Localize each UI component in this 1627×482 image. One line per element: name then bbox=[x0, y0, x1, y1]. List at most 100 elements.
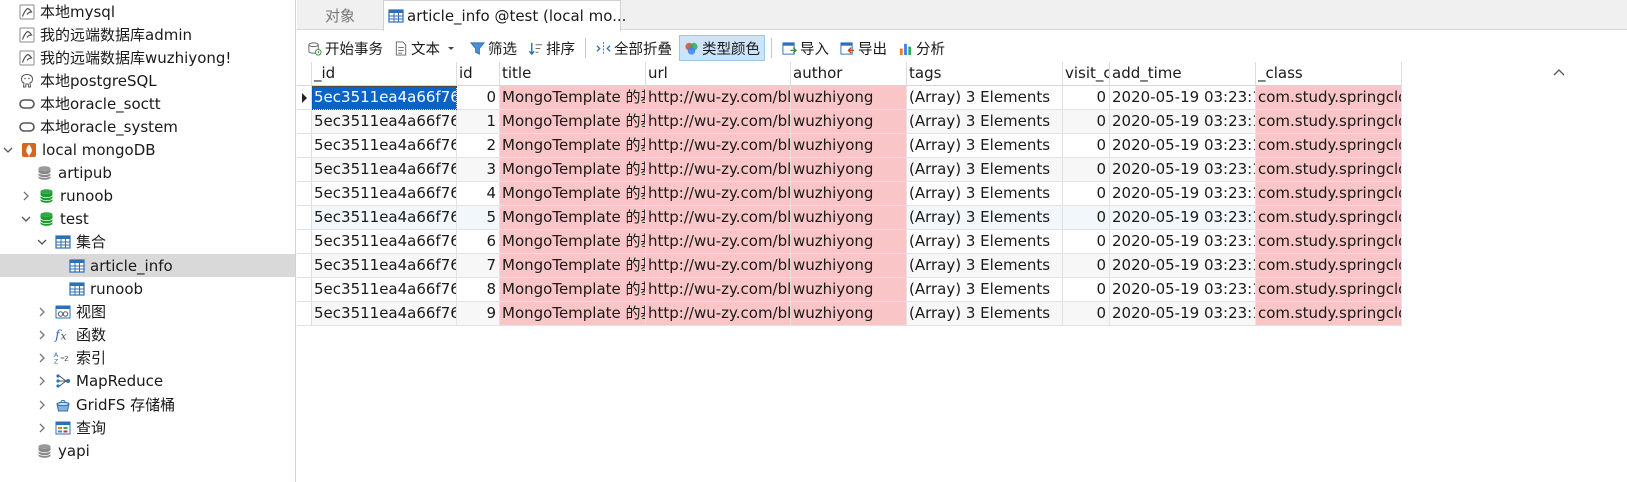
grid-cell[interactable]: 5ec3511ea4a66f76d bbox=[312, 302, 457, 326]
grid-cell[interactable]: (Array) 3 Elements bbox=[907, 206, 1063, 230]
type-color-toggle[interactable]: 类型颜色 bbox=[679, 35, 765, 61]
grid-cell[interactable]: 6 bbox=[457, 230, 500, 254]
tree-item[interactable]: A Z Z 索引 bbox=[0, 346, 295, 369]
table-row[interactable]: 5ec3511ea4a66f76d 2 MongoTemplate 的基 http:/… bbox=[297, 134, 1402, 158]
grid-cell[interactable]: 2020-05-19 03:23:10 bbox=[1110, 302, 1256, 326]
grid-cell[interactable]: 8 bbox=[457, 278, 500, 302]
chevron-right-icon[interactable] bbox=[34, 420, 50, 436]
grid-cell[interactable]: http://wu-zy.com/blo bbox=[646, 134, 791, 158]
row-selector[interactable] bbox=[297, 86, 312, 110]
tree-item[interactable]: article_info bbox=[0, 254, 295, 277]
grid-cell[interactable]: 2020-05-19 03:23:10 bbox=[1110, 134, 1256, 158]
grid-cell[interactable]: http://wu-zy.com/blo bbox=[646, 278, 791, 302]
column-header[interactable]: _class bbox=[1256, 62, 1402, 86]
grid-cell[interactable]: wuzhiyong bbox=[791, 278, 907, 302]
grid-cell[interactable]: com.study.springclo bbox=[1256, 86, 1402, 110]
grid-cell[interactable]: com.study.springclo bbox=[1256, 254, 1402, 278]
grid-cell[interactable]: 2 bbox=[457, 134, 500, 158]
chevron-right-icon[interactable] bbox=[34, 304, 50, 320]
grid-cell[interactable]: 0 bbox=[1063, 182, 1110, 206]
grid-cell[interactable]: 2020-05-19 03:23:10 bbox=[1110, 278, 1256, 302]
tree-item[interactable]: 查询 bbox=[0, 416, 295, 439]
grid-cell[interactable]: 0 bbox=[1063, 158, 1110, 182]
tab-objects[interactable]: 对象 bbox=[297, 0, 383, 30]
grid-cell[interactable]: com.study.springclo bbox=[1256, 182, 1402, 206]
grid-cell[interactable]: 0 bbox=[1063, 86, 1110, 110]
chevron-right-icon[interactable] bbox=[18, 188, 34, 204]
grid-cell[interactable]: com.study.springclo bbox=[1256, 158, 1402, 182]
table-row[interactable]: 5ec3511ea4a66f76d 6 MongoTemplate 的基 http:/… bbox=[297, 230, 1402, 254]
grid-cell[interactable]: MongoTemplate 的基 bbox=[500, 230, 646, 254]
grid-cell[interactable]: MongoTemplate 的基 bbox=[500, 110, 646, 134]
grid-cell[interactable]: MongoTemplate 的基 bbox=[500, 278, 646, 302]
table-row[interactable]: 5ec3511ea4a66f76d 5 MongoTemplate 的基 http:/… bbox=[297, 206, 1402, 230]
grid-cell[interactable]: MongoTemplate 的基 bbox=[500, 206, 646, 230]
grid-cell[interactable]: com.study.springclo bbox=[1256, 206, 1402, 230]
grid-cell[interactable]: 3 bbox=[457, 158, 500, 182]
chevron-right-icon[interactable] bbox=[34, 327, 50, 343]
grid-cell[interactable]: 9 bbox=[457, 302, 500, 326]
tree-item[interactable]: MapReduce bbox=[0, 369, 295, 392]
grid-cell[interactable]: 2020-05-19 03:23:10 bbox=[1110, 86, 1256, 110]
grid-cell[interactable]: (Array) 3 Elements bbox=[907, 254, 1063, 278]
tree-item[interactable]: GridFS 存储桶 bbox=[0, 393, 295, 416]
grid-cell[interactable]: wuzhiyong bbox=[791, 110, 907, 134]
tree-item[interactable]: 视图 bbox=[0, 300, 295, 323]
grid-cell[interactable]: 2020-05-19 03:23:10 bbox=[1110, 182, 1256, 206]
grid-cell[interactable]: wuzhiyong bbox=[791, 302, 907, 326]
row-selector[interactable] bbox=[297, 134, 312, 158]
grid-cell[interactable]: com.study.springclo bbox=[1256, 230, 1402, 254]
column-header[interactable]: _id bbox=[312, 62, 457, 86]
grid-cell[interactable]: 2020-05-19 03:23:10 bbox=[1110, 158, 1256, 182]
grid-cell[interactable]: 5ec3511ea4a66f76d bbox=[312, 182, 457, 206]
column-header[interactable]: tags bbox=[907, 62, 1063, 86]
table-row[interactable]: 5ec3511ea4a66f76d 3 MongoTemplate 的基 http:/… bbox=[297, 158, 1402, 182]
tree-item[interactable]: 集合 bbox=[0, 230, 295, 253]
connection-tree[interactable]: 本地mysql 我的远端数据库admin 我的远端数据库wuzhiyong! 本地po… bbox=[0, 0, 296, 482]
row-selector[interactable] bbox=[297, 302, 312, 326]
tree-item[interactable]: runoob bbox=[0, 184, 295, 207]
grid-cell[interactable]: 0 bbox=[1063, 206, 1110, 230]
grid-cell[interactable]: http://wu-zy.com/blo bbox=[646, 206, 791, 230]
table-row[interactable]: 5ec3511ea4a66f76d 4 MongoTemplate 的基 http:/… bbox=[297, 182, 1402, 206]
grid-cell[interactable]: http://wu-zy.com/blo bbox=[646, 254, 791, 278]
tab-article-info[interactable]: article_info @test (local mo... bbox=[383, 0, 626, 31]
grid-cell[interactable]: 5ec3511ea4a66f76d bbox=[312, 278, 457, 302]
grid-cell[interactable]: MongoTemplate 的基 bbox=[500, 86, 646, 110]
row-selector[interactable] bbox=[297, 110, 312, 134]
grid-cell[interactable]: 5ec3511ea4a66f76d bbox=[312, 254, 457, 278]
grid-cell[interactable]: MongoTemplate 的基 bbox=[500, 134, 646, 158]
tree-item[interactable]: test bbox=[0, 207, 295, 230]
grid-cell[interactable]: 2020-05-19 03:23:10 bbox=[1110, 206, 1256, 230]
row-selector[interactable] bbox=[297, 230, 312, 254]
grid-cell[interactable]: 2020-05-19 03:23:10 bbox=[1110, 230, 1256, 254]
chevron-down-icon[interactable] bbox=[0, 142, 16, 158]
grid-cell[interactable]: wuzhiyong bbox=[791, 86, 907, 110]
data-grid[interactable]: _id id title url author tags visit_c add_time _c… bbox=[297, 62, 1550, 482]
column-header[interactable]: id bbox=[457, 62, 500, 86]
chevron-right-icon[interactable] bbox=[34, 397, 50, 413]
text-view-button[interactable]: 文本 bbox=[390, 35, 463, 61]
grid-cell[interactable]: 1 bbox=[457, 110, 500, 134]
grid-cell[interactable]: (Array) 3 Elements bbox=[907, 158, 1063, 182]
grid-cell[interactable]: 7 bbox=[457, 254, 500, 278]
tree-item[interactable]: 本地mysql bbox=[0, 0, 295, 23]
column-header[interactable]: add_time bbox=[1110, 62, 1256, 86]
grid-cell[interactable]: 0 bbox=[1063, 230, 1110, 254]
tree-item[interactable]: artipub bbox=[0, 161, 295, 184]
grid-cell[interactable]: com.study.springclo bbox=[1256, 110, 1402, 134]
row-selector[interactable] bbox=[297, 62, 312, 86]
grid-cell[interactable]: http://wu-zy.com/blo bbox=[646, 158, 791, 182]
grid-cell[interactable]: 5ec3511ea4a66f76d bbox=[312, 158, 457, 182]
column-header[interactable]: author bbox=[791, 62, 907, 86]
grid-cell[interactable]: http://wu-zy.com/blo bbox=[646, 86, 791, 110]
scroll-up-arrow-icon[interactable] bbox=[1550, 64, 1568, 82]
table-row[interactable]: 5ec3511ea4a66f76d 1 MongoTemplate 的基 http:/… bbox=[297, 110, 1402, 134]
column-header[interactable]: url bbox=[646, 62, 791, 86]
tree-item[interactable]: 我的远端数据库admin bbox=[0, 23, 295, 46]
grid-cell[interactable]: (Array) 3 Elements bbox=[907, 86, 1063, 110]
table-row[interactable]: 5ec3511ea4a66f76d 9 MongoTemplate 的基 http:/… bbox=[297, 302, 1402, 326]
grid-cell[interactable]: 0 bbox=[1063, 134, 1110, 158]
chevron-right-icon[interactable] bbox=[34, 350, 50, 366]
row-selector[interactable] bbox=[297, 254, 312, 278]
